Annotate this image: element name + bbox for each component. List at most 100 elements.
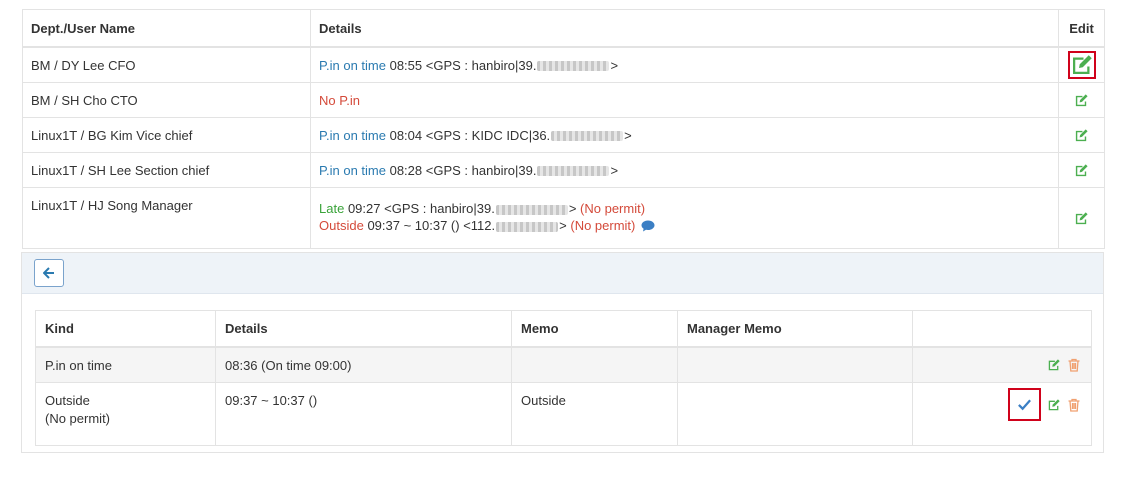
edit-cell bbox=[1058, 152, 1105, 188]
detail-panel: Kind Details Memo Manager Memo P.in on t… bbox=[21, 252, 1104, 453]
col-header-actions bbox=[912, 310, 1092, 348]
edit-icon bbox=[1075, 128, 1088, 141]
punch-time: 08:28 bbox=[389, 162, 423, 178]
edit-button[interactable] bbox=[1071, 124, 1093, 146]
details-cell: 08:36 (On time 09:00) bbox=[215, 346, 512, 383]
attendance-details: P.in on time 08:28 <GPS : hanbiro|39. > bbox=[310, 152, 1059, 188]
punch-time: 09:27 bbox=[347, 201, 381, 217]
edit-button[interactable] bbox=[1045, 395, 1063, 415]
attendance-table: Dept./User Name Details Edit BM / DY Lee… bbox=[22, 9, 1105, 249]
table-row: Linux1T / BG Kim Vice chief P.in on time… bbox=[22, 117, 1105, 153]
check-icon bbox=[1018, 399, 1031, 411]
manager-memo-cell bbox=[677, 346, 913, 383]
gps-suffix: > bbox=[624, 127, 632, 143]
detail-panel-header bbox=[22, 253, 1103, 294]
back-button[interactable] bbox=[34, 259, 64, 287]
edit-icon bbox=[1075, 93, 1088, 106]
status-text: No P.in bbox=[319, 92, 360, 108]
user-name: BM / SH Cho CTO bbox=[22, 82, 311, 118]
user-name: Linux1T / SH Lee Section chief bbox=[22, 152, 311, 188]
edit-button[interactable] bbox=[1067, 50, 1096, 79]
outside-suffix: > bbox=[559, 218, 567, 234]
redacted-ip bbox=[537, 61, 610, 72]
col-header-memo: Memo bbox=[511, 310, 678, 348]
attendance-details: P.in on time 08:04 <GPS : KIDC IDC|36. > bbox=[310, 117, 1059, 153]
delete-button[interactable] bbox=[1065, 395, 1083, 415]
memo-cell: Outside bbox=[511, 382, 678, 446]
edit-button[interactable] bbox=[1045, 355, 1063, 375]
table-row: Linux1T / SH Lee Section chief P.in on t… bbox=[22, 152, 1105, 188]
table-row: Linux1T / HJ Song Manager Late 09:27 <GP… bbox=[22, 187, 1105, 249]
punch-time: 08:04 bbox=[389, 127, 423, 143]
attendance-table-header: Dept./User Name Details Edit bbox=[22, 9, 1105, 48]
col-header-edit: Edit bbox=[1058, 9, 1105, 48]
chat-bubble-icon[interactable] bbox=[641, 220, 655, 235]
table-row: BM / SH Cho CTO No P.in bbox=[22, 82, 1105, 118]
gps-suffix: > bbox=[610, 162, 619, 178]
no-permit-flag: (No permit) bbox=[570, 218, 636, 234]
record-table-header: Kind Details Memo Manager Memo bbox=[35, 310, 1092, 348]
kind-text: Outside bbox=[45, 393, 90, 408]
redacted-ip bbox=[495, 205, 568, 216]
no-permit-flag: (No permit) bbox=[580, 201, 646, 217]
memo-cell bbox=[511, 346, 678, 383]
status-link[interactable]: P.in on time bbox=[319, 128, 386, 143]
delete-button[interactable] bbox=[1065, 355, 1083, 375]
edit-icon bbox=[1048, 398, 1060, 410]
gps-prefix: <GPS : KIDC IDC|36. bbox=[425, 127, 551, 143]
col-header-details: Details bbox=[215, 310, 512, 348]
user-name: Linux1T / HJ Song Manager bbox=[22, 187, 311, 249]
trash-icon bbox=[1068, 398, 1080, 412]
details-cell: 09:37 ~ 10:37 () bbox=[215, 382, 512, 446]
attendance-details: P.in on time 08:55 <GPS : hanbiro|39. > bbox=[310, 46, 1059, 83]
col-header-kind: Kind bbox=[35, 310, 216, 348]
gps-suffix: > bbox=[568, 201, 577, 217]
redacted-ip bbox=[537, 166, 610, 177]
edit-cell bbox=[1058, 117, 1105, 153]
user-name: BM / DY Lee CFO bbox=[22, 46, 311, 83]
edit-icon bbox=[1075, 163, 1088, 176]
manager-memo-cell bbox=[677, 382, 913, 446]
details-line-late: Late 09:27 <GPS : hanbiro|39. > (No permi… bbox=[319, 201, 1050, 216]
user-name: Linux1T / BG Kim Vice chief bbox=[22, 117, 311, 153]
table-row: Outside (No permit) 09:37 ~ 10:37 () Out… bbox=[35, 382, 1092, 446]
redacted-ip bbox=[551, 131, 624, 142]
table-row: BM / DY Lee CFO P.in on time 08:55 <GPS … bbox=[22, 46, 1105, 83]
status-link[interactable]: Outside bbox=[319, 218, 364, 233]
col-header-details: Details bbox=[310, 9, 1059, 48]
details-line-outside: Outside 09:37 ~ 10:37 () <112. > (No perm… bbox=[319, 218, 1050, 234]
kind-cell: P.in on time bbox=[35, 346, 216, 383]
edit-icon bbox=[1048, 359, 1060, 371]
edit-icon bbox=[1075, 211, 1088, 224]
edit-button[interactable] bbox=[1071, 89, 1093, 111]
gps-prefix: <GPS : hanbiro|39. bbox=[384, 201, 495, 217]
kind-subtext: (No permit) bbox=[45, 411, 111, 426]
trash-icon bbox=[1068, 358, 1080, 372]
col-header-manager-memo: Manager Memo bbox=[677, 310, 913, 348]
edit-cell bbox=[1058, 46, 1105, 83]
actions-cell bbox=[912, 382, 1092, 446]
record-table: Kind Details Memo Manager Memo P.in on t… bbox=[35, 310, 1092, 446]
table-row: P.in on time 08:36 (On time 09:00) bbox=[35, 346, 1092, 383]
punch-time: 08:55 bbox=[389, 57, 423, 73]
gps-prefix: <GPS : hanbiro|39. bbox=[425, 57, 537, 73]
edit-icon bbox=[1072, 54, 1092, 74]
gps-prefix: <GPS : hanbiro|39. bbox=[425, 162, 537, 178]
edit-cell bbox=[1058, 82, 1105, 118]
edit-cell bbox=[1058, 187, 1105, 249]
actions-cell bbox=[912, 346, 1092, 383]
approve-button[interactable] bbox=[1008, 388, 1041, 421]
status-link[interactable]: P.in on time bbox=[319, 58, 386, 73]
edit-button[interactable] bbox=[1071, 207, 1093, 229]
redacted-ip bbox=[496, 222, 559, 233]
col-header-name: Dept./User Name bbox=[22, 9, 311, 48]
status-link[interactable]: Late bbox=[319, 201, 344, 216]
gps-suffix: > bbox=[610, 57, 619, 73]
outside-time: 09:37 ~ 10:37 () <112. bbox=[367, 218, 496, 234]
edit-button[interactable] bbox=[1071, 159, 1093, 181]
arrow-left-icon bbox=[43, 267, 54, 279]
status-link[interactable]: P.in on time bbox=[319, 163, 386, 178]
kind-cell: Outside (No permit) bbox=[35, 382, 216, 446]
attendance-details: Late 09:27 <GPS : hanbiro|39. > (No permi… bbox=[310, 187, 1059, 249]
attendance-details: No P.in bbox=[310, 82, 1059, 118]
